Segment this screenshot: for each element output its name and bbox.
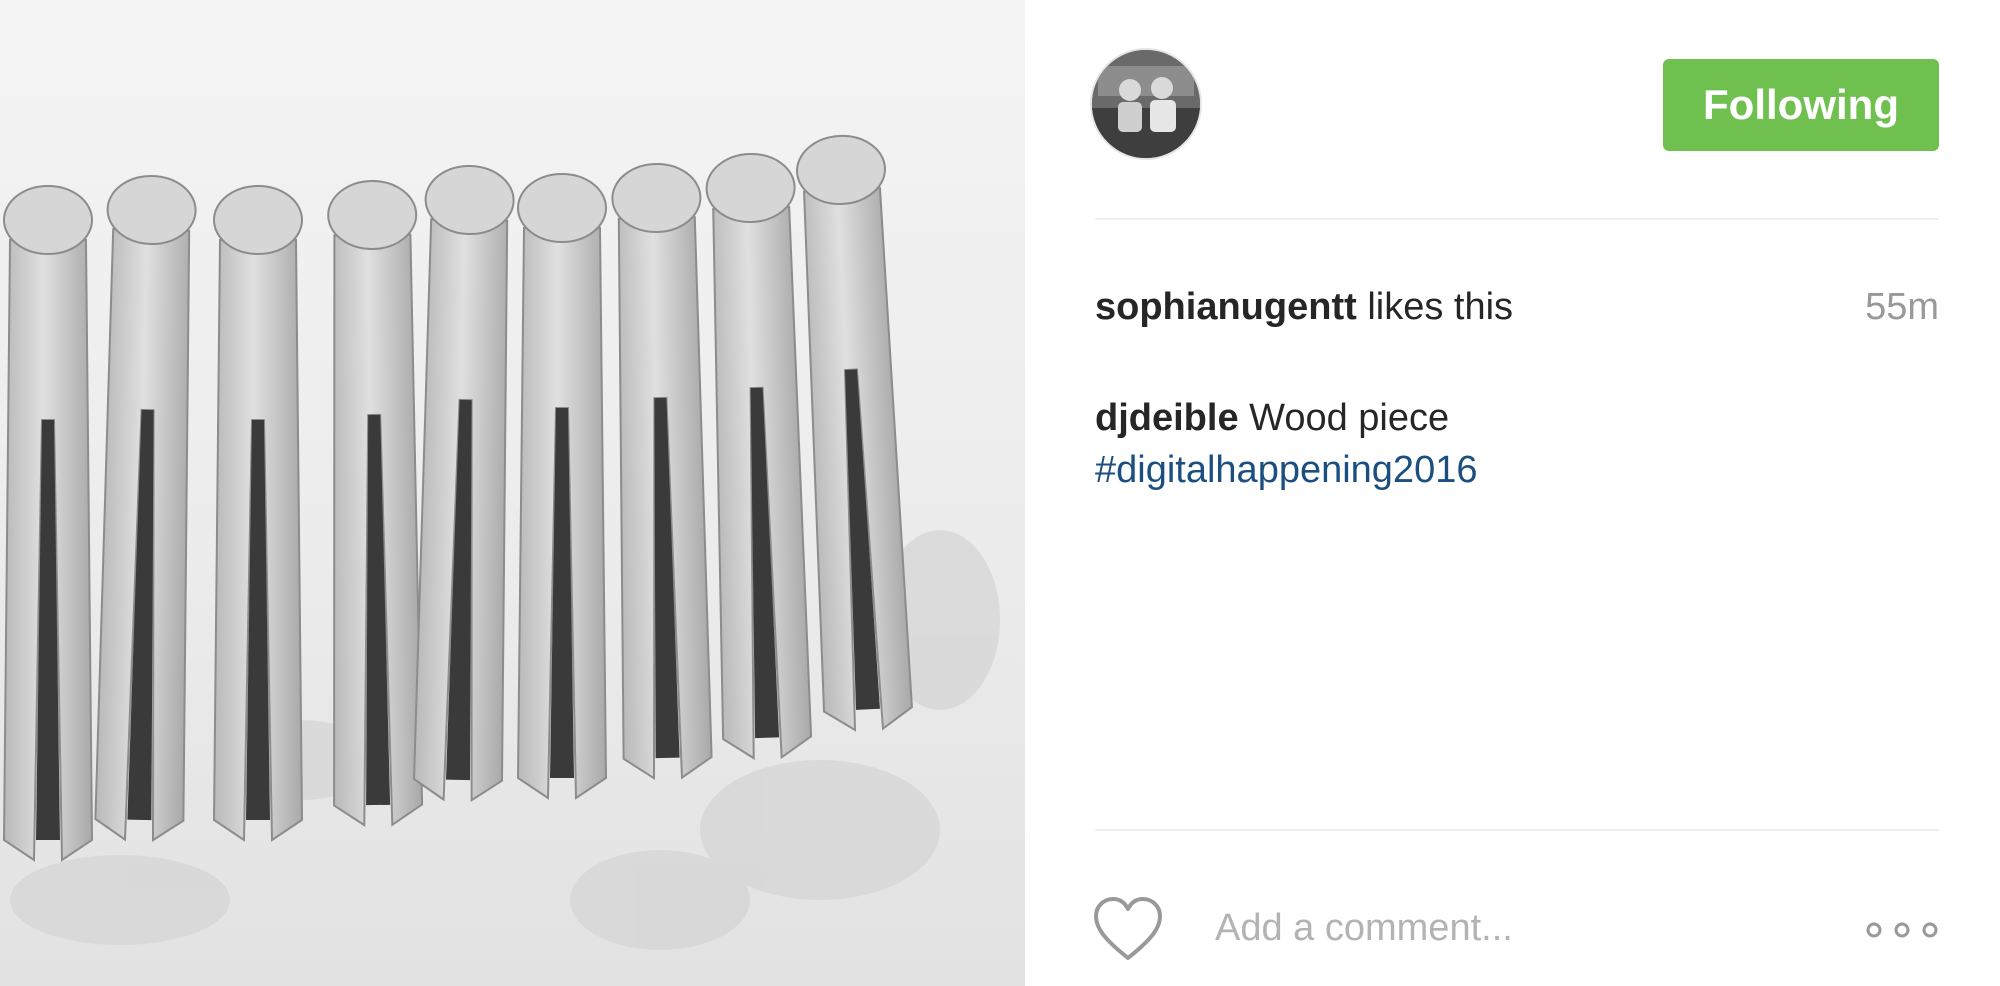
caption-author[interactable]: djdeible — [1095, 397, 1239, 439]
following-button[interactable]: Following — [1663, 59, 1939, 151]
post-timestamp[interactable]: 55m — [1865, 282, 1939, 332]
post-caption: djdeible Wood piece #digitalhappening201… — [1095, 392, 1915, 496]
clothespin — [705, 152, 813, 760]
likes-row: sophianugentt likes this 55m — [1095, 282, 1939, 332]
clothespin — [2, 185, 94, 862]
clothespin — [94, 174, 197, 842]
clothespin — [516, 173, 608, 800]
liker-username[interactable]: sophianugentt — [1095, 286, 1357, 328]
clothespin — [327, 179, 424, 827]
more-options-icon[interactable] — [1862, 915, 1942, 945]
comment-input[interactable] — [1215, 898, 1775, 958]
clothespin — [611, 162, 713, 780]
header-divider — [1095, 218, 1939, 220]
clothespins-illustration — [2, 134, 913, 862]
hashtag-link[interactable]: #digitalhappening2016 — [1095, 444, 1915, 496]
caption-text: Wood piece — [1238, 397, 1450, 439]
clothespin — [796, 134, 913, 732]
footer-divider — [1095, 829, 1939, 831]
clothespin — [412, 164, 515, 802]
likes-text: likes this — [1356, 286, 1514, 328]
clothespin — [212, 185, 304, 842]
heart-icon[interactable] — [1092, 896, 1164, 962]
avatar[interactable] — [1090, 48, 1202, 160]
post-image[interactable] — [0, 0, 1025, 986]
